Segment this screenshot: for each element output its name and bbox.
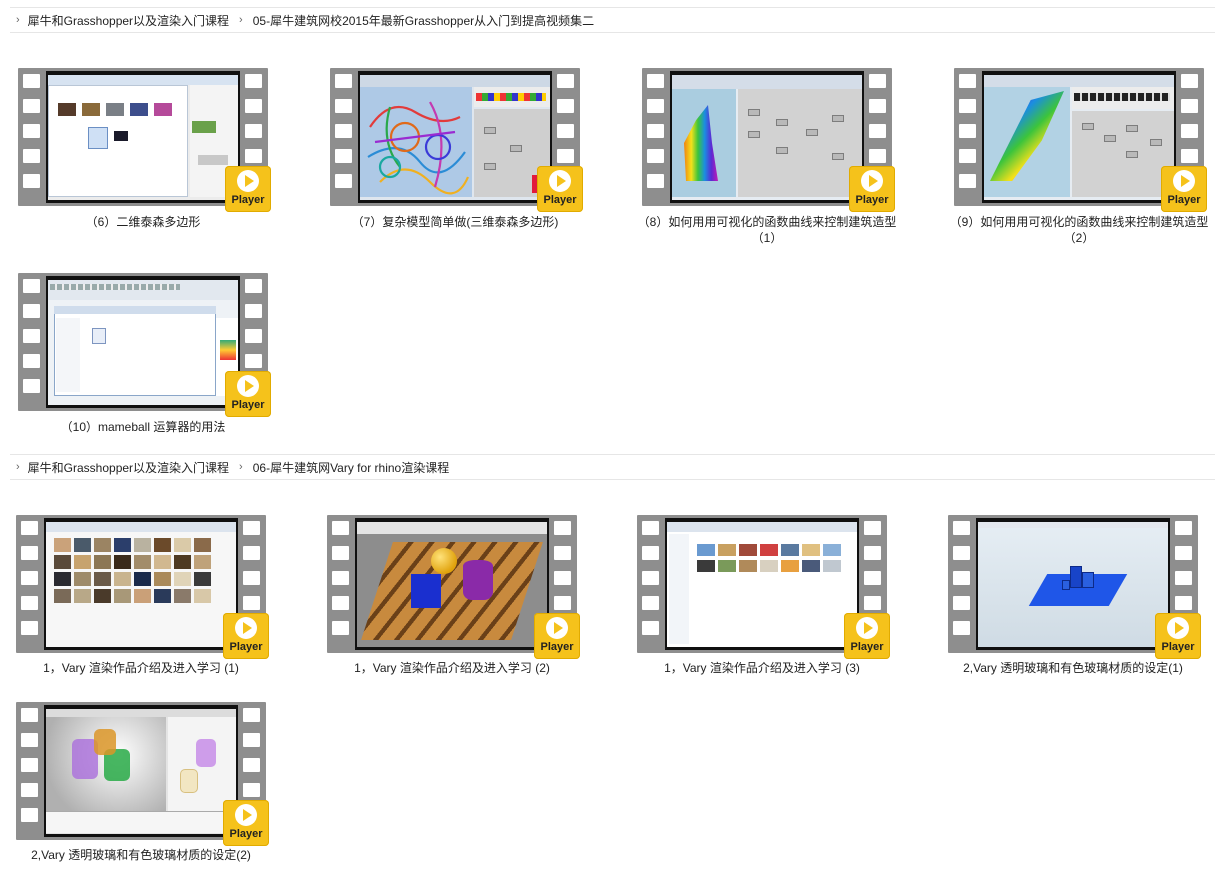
play-circle-icon: [861, 170, 883, 192]
film-perforations: [954, 68, 982, 206]
breadcrumb: › 犀牛和Grasshopper以及渲染入门课程 › 06-犀牛建筑网Vary …: [10, 454, 1215, 480]
video-title[interactable]: 1，Vary 渲染作品介绍及进入学习 (3): [627, 660, 897, 676]
video-title[interactable]: 2,Vary 透明玻璃和有色玻璃材质的设定(2): [6, 847, 276, 863]
player-label: Player: [850, 641, 884, 653]
player-label: Player: [229, 828, 263, 840]
player-button[interactable]: Player: [1155, 613, 1201, 659]
film-perforations: [642, 68, 670, 206]
breadcrumb-item-course[interactable]: 犀牛和Grasshopper以及渲染入门课程: [28, 12, 229, 29]
player-label: Player: [231, 194, 265, 206]
video-title[interactable]: （6）二维泰森多边形: [8, 214, 278, 230]
breadcrumb-item-course[interactable]: 犀牛和Grasshopper以及渲染入门课程: [28, 459, 229, 476]
video-title[interactable]: 1，Vary 渲染作品介绍及进入学习 (2): [317, 660, 587, 676]
film-perforations: [18, 273, 46, 411]
player-label: Player: [231, 399, 265, 411]
film-perforations: [18, 68, 46, 206]
player-label: Player: [1167, 194, 1201, 206]
player-label: Player: [540, 641, 574, 653]
breadcrumb-item-folder[interactable]: 06-犀牛建筑网Vary for rhino渲染课程: [253, 459, 449, 476]
film-perforations: [16, 702, 44, 840]
film-perforations: [16, 515, 44, 653]
chevron-right-icon: ›: [239, 461, 243, 473]
player-button[interactable]: Player: [534, 613, 580, 659]
play-circle-icon: [235, 804, 257, 826]
player-button[interactable]: Player: [849, 166, 895, 212]
player-label: Player: [543, 194, 577, 206]
play-circle-icon: [237, 170, 259, 192]
play-circle-icon: [1173, 170, 1195, 192]
video-title[interactable]: （10）mameball 运算器的用法: [8, 419, 278, 435]
video-screenshot: [46, 522, 236, 647]
video-screenshot: [978, 522, 1168, 647]
player-button[interactable]: Player: [225, 166, 271, 212]
chevron-right-icon: ›: [239, 14, 243, 26]
player-button[interactable]: Player: [1161, 166, 1207, 212]
play-circle-icon: [549, 170, 571, 192]
chevron-right-icon: ›: [16, 14, 20, 26]
player-button[interactable]: Player: [844, 613, 890, 659]
video-screenshot: [672, 75, 862, 200]
breadcrumb-item-folder[interactable]: 05-犀牛建筑网校2015年最新Grasshopper从入门到提高视频集二: [253, 12, 594, 29]
film-perforations: [330, 68, 358, 206]
player-label: Player: [1161, 641, 1195, 653]
film-perforations: [327, 515, 355, 653]
video-screenshot: [360, 75, 550, 200]
player-label: Player: [229, 641, 263, 653]
video-screenshot: [46, 709, 236, 834]
player-button[interactable]: Player: [223, 613, 269, 659]
video-title[interactable]: （8）如何用用可视化的函数曲线来控制建筑造型（1）: [632, 214, 902, 246]
video-title[interactable]: （7）复杂模型简单做(三维泰森多边形): [320, 214, 590, 230]
film-perforations: [948, 515, 976, 653]
film-perforations: [637, 515, 665, 653]
video-title[interactable]: 1，Vary 渲染作品介绍及进入学习 (1): [6, 660, 276, 676]
video-screenshot: [357, 522, 547, 647]
play-circle-icon: [237, 375, 259, 397]
video-screenshot: [667, 522, 857, 647]
player-button[interactable]: Player: [223, 800, 269, 846]
player-button[interactable]: Player: [537, 166, 583, 212]
play-circle-icon: [856, 617, 878, 639]
video-title[interactable]: （9）如何用用可视化的函数曲线来控制建筑造型（2）: [944, 214, 1214, 246]
video-title[interactable]: 2,Vary 透明玻璃和有色玻璃材质的设定(1): [938, 660, 1208, 676]
player-label: Player: [855, 194, 889, 206]
video-screenshot: [48, 280, 238, 405]
video-screenshot: [48, 75, 238, 200]
play-circle-icon: [235, 617, 257, 639]
video-screenshot: [984, 75, 1174, 200]
player-button[interactable]: Player: [225, 371, 271, 417]
chevron-right-icon: ›: [16, 461, 20, 473]
play-circle-icon: [1167, 617, 1189, 639]
play-circle-icon: [546, 617, 568, 639]
breadcrumb: › 犀牛和Grasshopper以及渲染入门课程 › 05-犀牛建筑网校2015…: [10, 7, 1215, 33]
